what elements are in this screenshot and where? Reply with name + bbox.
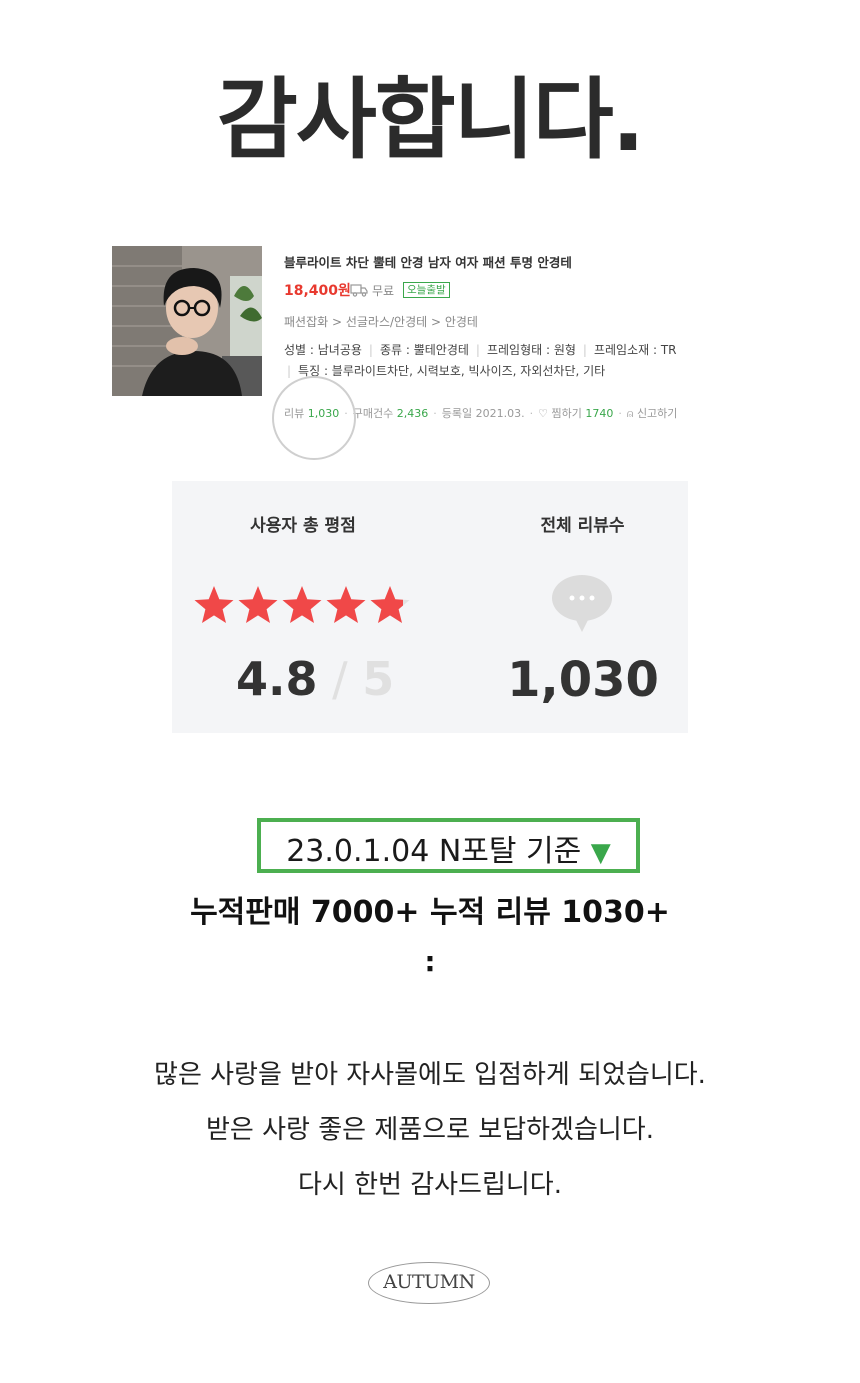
spec-frame-shape: 프레임형태 : 원형	[486, 343, 576, 357]
product-specs: 성별 : 남녀공용 | 종류 : 뿔테안경테 | 프레임형태 : 원형 | 프레임소재 : …	[284, 343, 677, 357]
review-total-label: 전체 리뷰수	[540, 516, 625, 536]
product-price: 18,400원	[284, 283, 351, 299]
today-ship-badge: 오늘출발	[403, 282, 450, 298]
star-icon	[194, 586, 234, 623]
breadcrumb[interactable]: 패션잡화 > 선글라스/안경테 > 안경테	[284, 313, 478, 330]
star-icon	[238, 586, 278, 623]
star-rating	[194, 586, 410, 623]
product-name[interactable]: 블루라이트 차단 뿔테 안경 남자 여자 패션 투명 안경테	[284, 252, 572, 271]
score-max: 5	[362, 652, 395, 706]
review-total-count: 1,030	[507, 652, 659, 708]
wish-label[interactable]: 찜하기	[551, 407, 581, 420]
portal-note-text: 23.0.1.04 N포탈 기준	[286, 834, 582, 869]
colon-mark: :	[424, 945, 436, 978]
spec-frame-material: 프레임소재 : TR	[593, 343, 677, 357]
highlight-circle	[272, 376, 356, 460]
rating-score: 4.8 / 5	[236, 652, 395, 706]
star-icon	[282, 586, 322, 623]
rating-label: 사용자 총 평점	[250, 516, 356, 536]
thanks-message-line: 많은 사랑을 받아 자사몰에도 입점하게 되었습니다.	[154, 1060, 706, 1090]
thanks-message-line: 받은 사랑 좋은 제품으로 보답하겠습니다.	[206, 1115, 654, 1145]
wish-count: 1740	[585, 407, 614, 420]
portal-note: 23.0.1.04 N포탈 기준 ▼	[257, 826, 640, 870]
product-features: | 특징 : 블루라이트차단, 시력보호, 빅사이즈, 자외선차단, 기타	[287, 364, 606, 378]
purchase-count: 2,436	[396, 407, 429, 420]
registered-date: 등록일 2021.03.	[441, 407, 525, 420]
score-value: 4.8	[236, 652, 318, 706]
thanks-message-line: 다시 한번 감사드립니다.	[298, 1170, 562, 1200]
star-icon	[370, 586, 410, 623]
shipping-text: 무료	[372, 284, 395, 298]
brand-logo: AUTUMN	[368, 1262, 490, 1304]
siren-icon[interactable]: ⍝	[627, 407, 634, 420]
heart-icon[interactable]: ♡	[538, 407, 548, 420]
thank-you-heading: 감사합니다.	[216, 68, 645, 171]
product-photo	[112, 246, 262, 396]
truck-icon	[350, 284, 368, 297]
report-link[interactable]: 신고하기	[637, 407, 677, 420]
spec-gender: 성별 : 남녀공용	[284, 343, 362, 357]
triangle-down-icon: ▼	[590, 838, 611, 868]
purchase-label: 구매건수	[352, 407, 394, 420]
chat-bubble-icon	[552, 575, 612, 632]
star-icon	[326, 586, 366, 623]
spec-type: 종류 : 뿔테안경테	[379, 343, 469, 357]
accumulated-stats: 누적판매 7000+ 누적 리뷰 1030+	[190, 895, 670, 930]
spec-features: 특징 : 블루라이트차단, 시력보호, 빅사이즈, 자외선차단, 기타	[298, 364, 606, 378]
